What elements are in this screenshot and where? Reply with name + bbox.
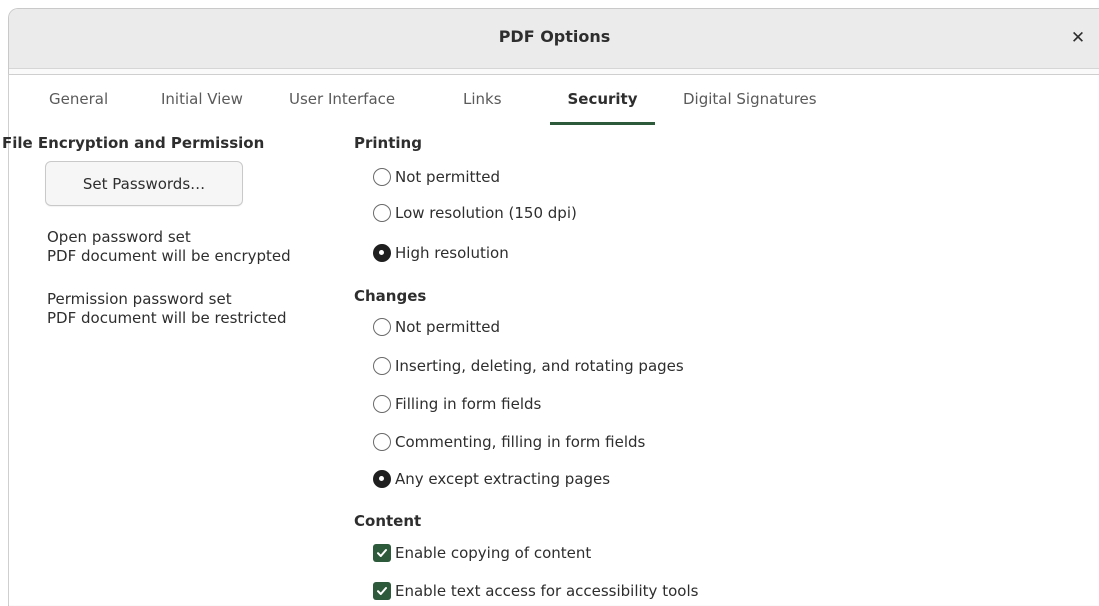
content-heading: Content: [354, 512, 422, 530]
checkbox-checked-icon: [373, 582, 391, 600]
security-panel: File Encryption and Permission Set Passw…: [2, 125, 1099, 605]
radio-icon: [373, 357, 391, 375]
tab-security[interactable]: Security: [550, 75, 655, 125]
tab-digital-signatures[interactable]: Digital Signatures: [669, 75, 831, 124]
enable-copying-checkbox[interactable]: Enable copying of content: [373, 541, 591, 565]
checkbox-checked-icon: [373, 544, 391, 562]
radio-icon: [373, 395, 391, 413]
radio-icon: [373, 318, 391, 336]
changes-commenting-filling[interactable]: Commenting, filling in form fields: [373, 430, 645, 454]
open-password-status: Open password set PDF document will be e…: [47, 228, 291, 265]
radio-selected-icon: [373, 244, 391, 262]
changes-heading: Changes: [354, 287, 427, 305]
close-button[interactable]: ✕: [1064, 24, 1092, 52]
enable-accessibility-checkbox[interactable]: Enable text access for accessibility too…: [373, 579, 698, 603]
title-bar: PDF Options ✕: [9, 9, 1099, 69]
printing-high-resolution[interactable]: High resolution: [373, 241, 509, 265]
tab-user-interface[interactable]: User Interface: [275, 75, 409, 124]
radio-icon: [373, 204, 391, 222]
printing-low-resolution[interactable]: Low resolution (150 dpi): [373, 201, 577, 225]
tab-initial-view[interactable]: Initial View: [147, 75, 257, 124]
radio-selected-icon: [373, 470, 391, 488]
set-passwords-button[interactable]: Set Passwords…: [45, 161, 243, 206]
radio-icon: [373, 433, 391, 451]
changes-inserting-deleting-rotating[interactable]: Inserting, deleting, and rotating pages: [373, 354, 684, 378]
encryption-heading: File Encryption and Permission: [2, 134, 265, 152]
changes-any-except-extracting[interactable]: Any except extracting pages: [373, 467, 610, 491]
tab-general[interactable]: General: [35, 75, 122, 124]
changes-not-permitted[interactable]: Not permitted: [373, 315, 500, 339]
close-icon: ✕: [1070, 28, 1086, 48]
printing-heading: Printing: [354, 134, 422, 152]
dialog-title: PDF Options: [498, 27, 611, 46]
radio-icon: [373, 168, 391, 186]
printing-not-permitted[interactable]: Not permitted: [373, 165, 500, 189]
tab-links[interactable]: Links: [449, 75, 516, 124]
permission-password-status: Permission password set PDF document wil…: [47, 290, 287, 327]
changes-filling-form-fields[interactable]: Filling in form fields: [373, 392, 541, 416]
tab-bar: General Initial View User Interface Link…: [8, 74, 1099, 126]
